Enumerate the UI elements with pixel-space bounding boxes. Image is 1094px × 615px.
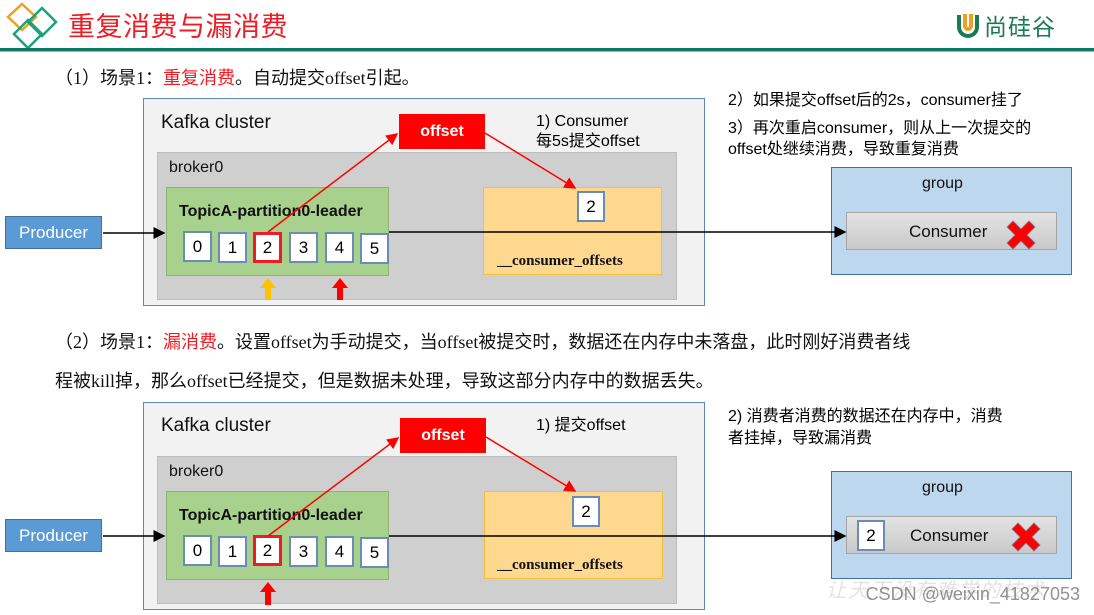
message-cell-4: 4 [325, 232, 354, 263]
cluster-label-1: Kafka cluster [161, 112, 271, 133]
header-divider [0, 48, 1094, 52]
message-cell-1: 1 [218, 232, 247, 263]
message-cell-4: 4 [325, 536, 354, 567]
brand-name: 尚硅谷 [984, 15, 1056, 41]
brand-logo: 尚硅谷 [956, 8, 1056, 42]
scenario2-text-line1: （2）场景1：漏消费。设置offset为手动提交，当offset被提交时，数据还… [55, 328, 910, 354]
scenario1-suffix: 。自动提交offset引起。 [235, 68, 420, 88]
side-note-line: 2）如果提交offset后的2s，consumer挂了 [728, 92, 1023, 109]
committed-offset-cell-1: 2 [577, 191, 605, 222]
consumer-memory-cell: 2 [857, 520, 885, 551]
message-cell-0: 0 [183, 231, 212, 262]
message-cell-2-selected: 2 [253, 535, 282, 566]
scenario2-prefix: （2）场景1： [55, 332, 163, 352]
group-label-2: group [922, 479, 963, 496]
consumer-label-1: Consumer [909, 222, 988, 241]
message-cell-2-selected: 2 [253, 232, 282, 263]
message-cell-3: 3 [289, 536, 318, 567]
group-label-1: group [922, 175, 963, 192]
commit-note-line2: 每5s提交offset [536, 133, 640, 150]
message-cell-1: 1 [218, 536, 247, 567]
offset-tag-1: offset [399, 114, 485, 149]
consumer-label-2: Consumer [910, 526, 989, 545]
message-cell-5: 5 [360, 233, 389, 264]
scenario1-prefix: （1）场景1： [55, 68, 163, 88]
producer-box-1: Producer [5, 216, 102, 249]
page-title: 重复消费与漏消费 [68, 12, 288, 43]
consumer-offsets-label-1: __consumer_offsets [497, 253, 623, 269]
side-note-line: offset处继续消费，导致重复消费 [728, 141, 959, 158]
producer-box-2: Producer [5, 519, 102, 552]
partition-label-1: TopicA-partition0-leader [179, 203, 363, 220]
diamond-logo-icon [6, 2, 58, 48]
u-logo-icon [957, 14, 979, 38]
scenario1-highlight: 重复消费 [163, 68, 235, 88]
scenario2-highlight: 漏消费 [163, 332, 217, 352]
message-cell-3: 3 [289, 232, 318, 263]
csdn-watermark: CSDN @weixin_41827053 [865, 584, 1080, 604]
scenario2-text-line2: 程被kill掉，那么offset已经提交，但是数据未处理，导致这部分内存中的数据… [55, 371, 714, 391]
side-note-line: 2) 消费者消费的数据还在内存中，消费 [728, 408, 1003, 425]
scenario2-suffix: 。设置offset为手动提交，当offset被提交时，数据还在内存中未落盘，此时… [217, 332, 911, 352]
broker-label-1: broker0 [169, 159, 224, 176]
offset-tag-2: offset [400, 418, 486, 453]
consumer-offsets-label-2: __consumer_offsets [497, 557, 623, 573]
scenario2-side-notes: 2) 消费者消费的数据还在内存中，消费 者挂掉，导致漏消费 [728, 406, 1003, 450]
scenario1-side-notes: 2）如果提交offset后的2s，consumer挂了 3）再次重启consum… [728, 88, 1031, 160]
side-note-line: 3）再次重启consumer，则从上一次提交的 [728, 120, 1032, 137]
cluster-label-2: Kafka cluster [161, 415, 271, 436]
scenario1-text: （1）场景1：重复消费。自动提交offset引起。 [55, 64, 420, 90]
commit-note-1: 1) Consumer 每5s提交offset [536, 112, 640, 152]
commit-note-2: 1) 提交offset [536, 417, 626, 434]
side-note-line: 者挂掉，导致漏消费 [728, 430, 873, 447]
broker-label-2: broker0 [169, 463, 224, 480]
message-cell-5: 5 [360, 537, 389, 568]
partition-label-2: TopicA-partition0-leader [179, 507, 363, 524]
committed-offset-cell-2: 2 [572, 496, 600, 527]
commit-note-line1: 1) Consumer [536, 113, 629, 130]
message-cell-0: 0 [183, 535, 212, 566]
